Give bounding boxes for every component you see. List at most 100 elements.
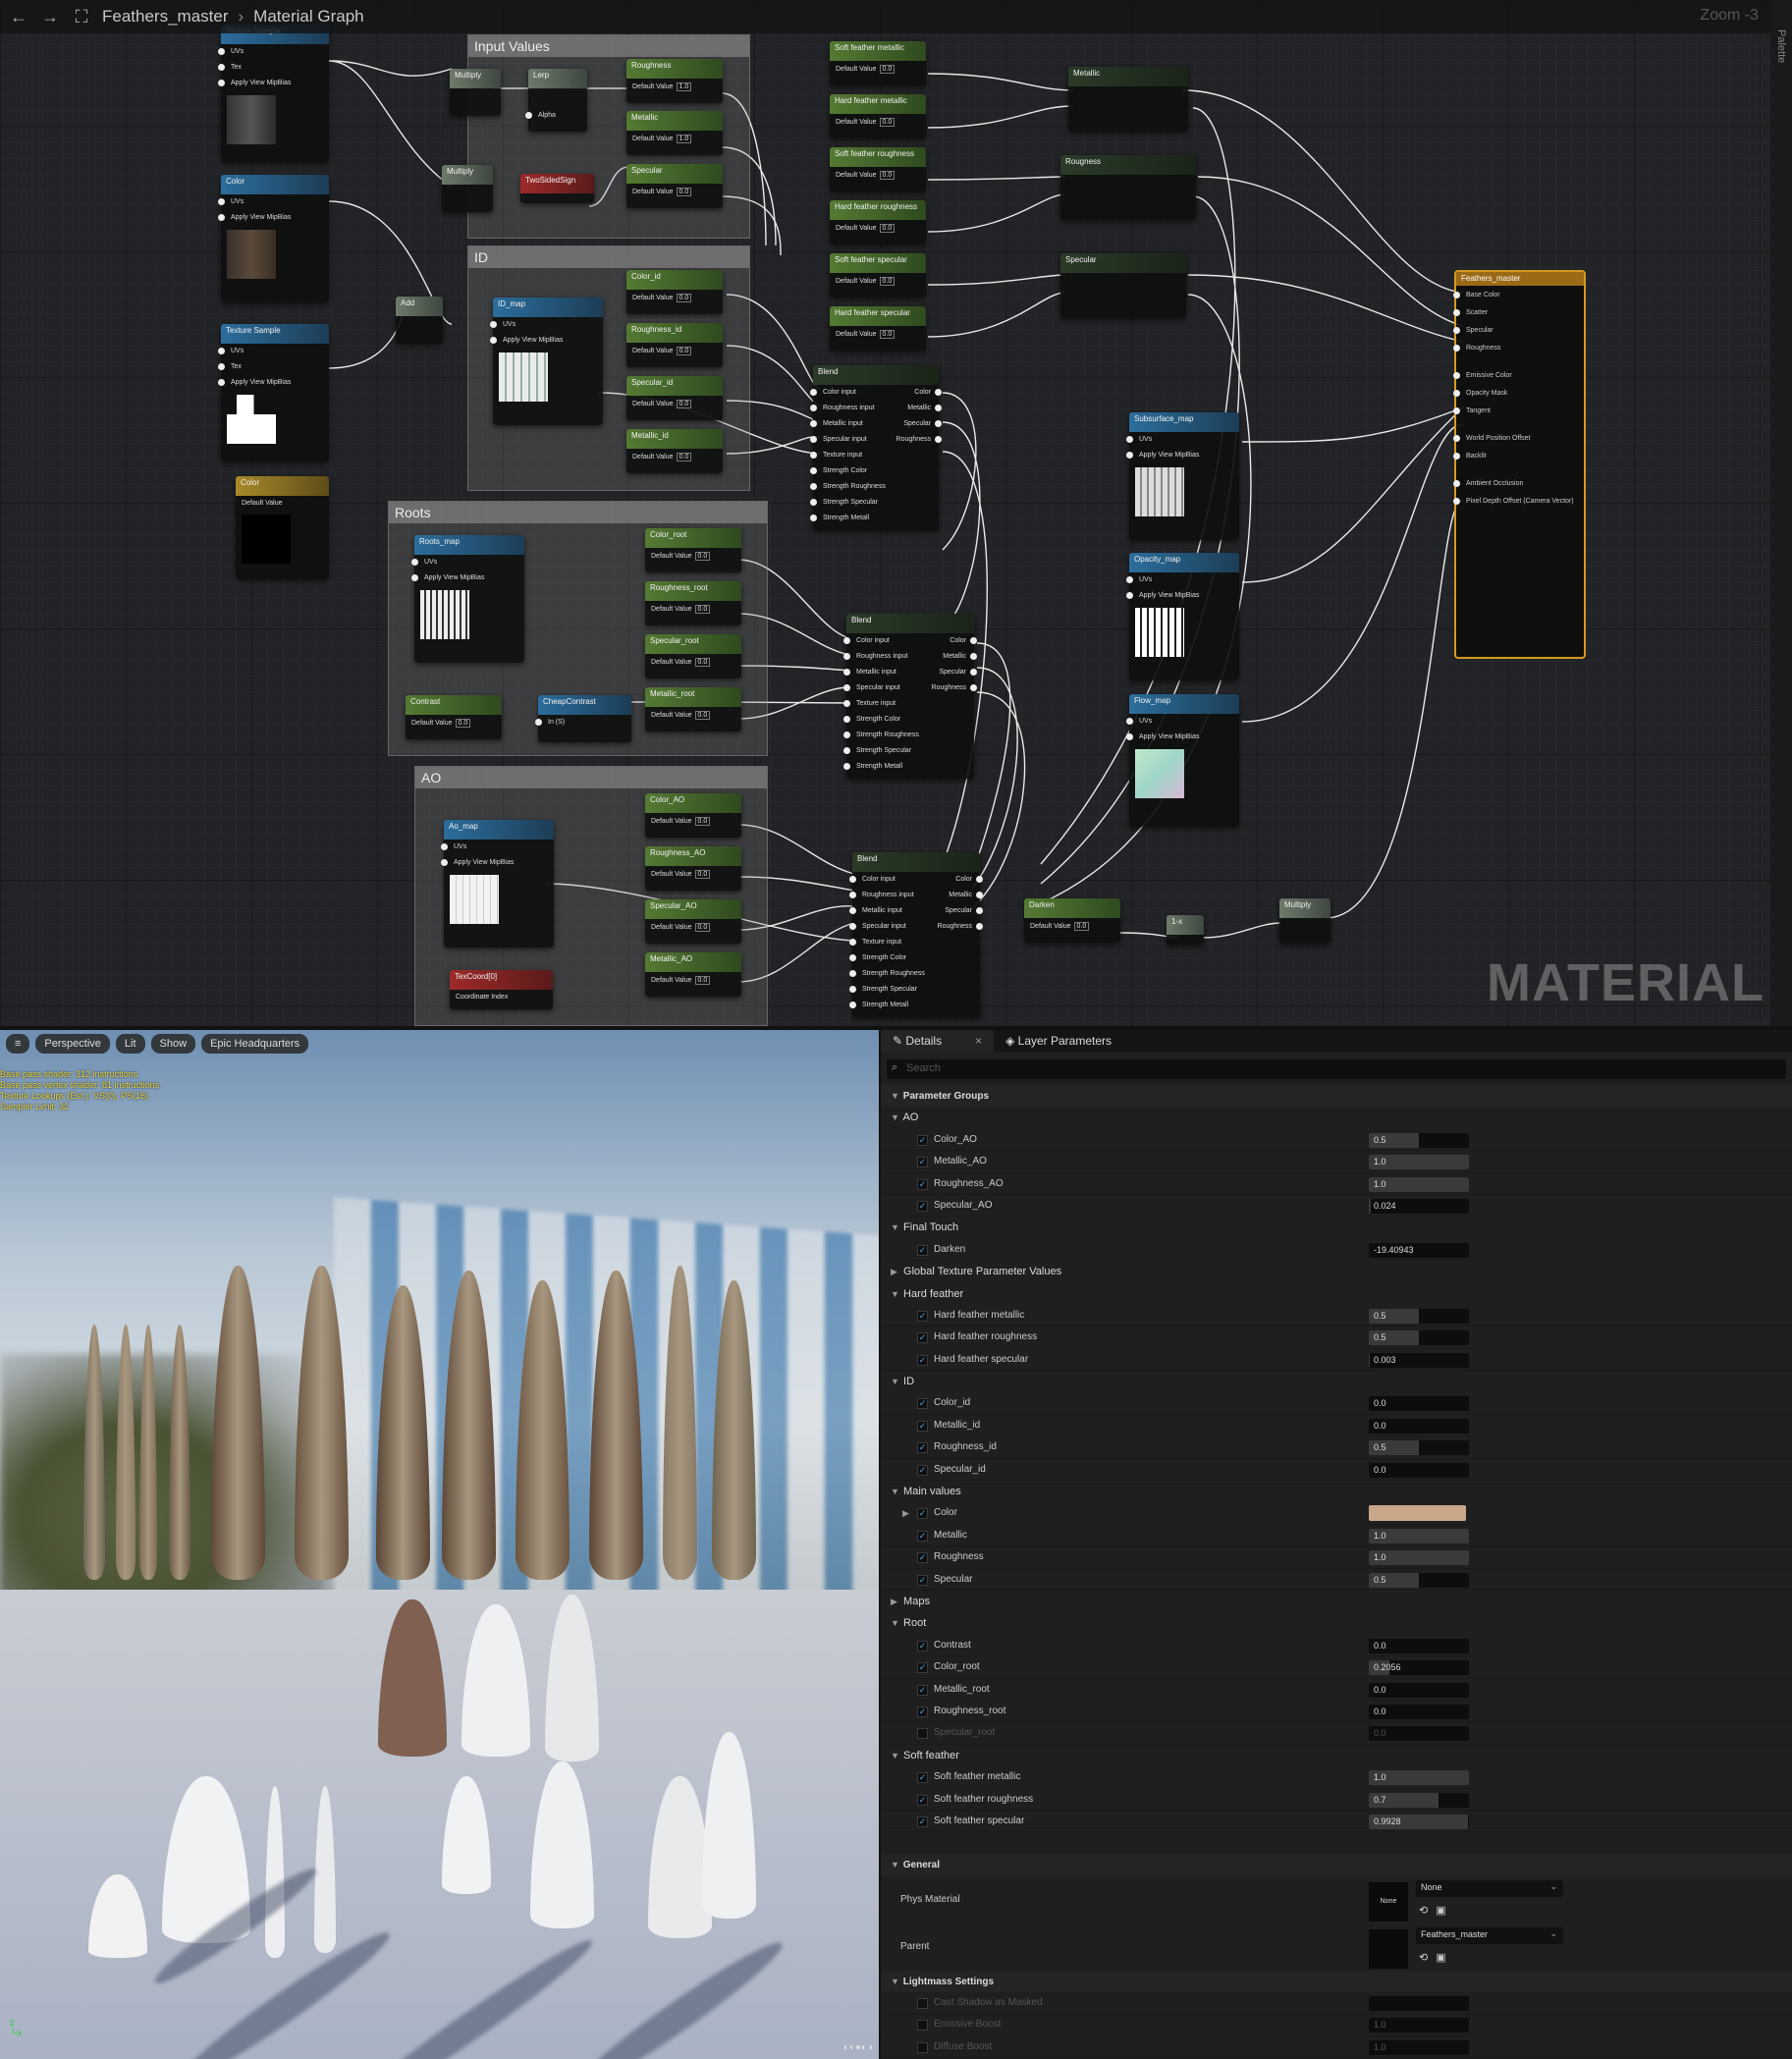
override-checkbox[interactable]: ✓ — [917, 1662, 928, 1674]
opacity-map-node[interactable]: Opacity_map UVs Apply View MipBias — [1126, 553, 1239, 680]
blend-input-pin[interactable]: Color input Color — [849, 872, 983, 888]
color-id-node[interactable]: Color_id Default Value 0.0 — [626, 270, 723, 314]
tab-details[interactable]: ✎ Details × — [881, 1030, 995, 1052]
parameter-value-field[interactable]: 1.0 — [1369, 2018, 1469, 2033]
override-checkbox[interactable]: ✓ — [917, 1200, 928, 1212]
specular-group-node[interactable]: Specular — [1060, 253, 1186, 318]
dv-field[interactable]: 0.0 — [676, 453, 692, 461]
pin-uvs[interactable]: UVs — [218, 44, 329, 60]
group-hard-feather[interactable]: ▼ Hard feather — [881, 1283, 1792, 1305]
override-checkbox[interactable]: ✓ — [917, 1552, 928, 1564]
texture-sample-node-2[interactable]: Texture Sample UVs Tex Apply View MipBia… — [218, 324, 329, 461]
override-checkbox[interactable]: ✓ — [917, 1398, 928, 1410]
override-checkbox[interactable] — [917, 2041, 928, 2053]
blend-input-pin[interactable]: Roughness input Metallic — [843, 649, 977, 665]
pin-uvs[interactable]: UVs — [441, 840, 554, 855]
metallic-ao-node[interactable]: Metallic_AO Default Value 0.0 — [645, 952, 741, 997]
menu-icon[interactable]: ≡ — [6, 1034, 30, 1054]
group-ao[interactable]: ▼ AO — [881, 1107, 1792, 1128]
metallic-id-node[interactable]: Metallic_id Default Value 0.0 — [626, 429, 723, 473]
blend-node-3[interactable]: Blend Color input Color Roughness input Met… — [849, 852, 983, 1017]
asset-thumbnail[interactable]: None — [1369, 1881, 1408, 1922]
override-checkbox[interactable]: ✓ — [917, 1178, 928, 1190]
pin-mips[interactable]: Apply View MipBias — [218, 210, 329, 226]
output-pin-dot[interactable] — [976, 907, 983, 914]
roughness-id-node[interactable]: Roughness_id Default Value 0.0 — [626, 323, 723, 367]
dv-field[interactable]: 0.0 — [694, 817, 711, 826]
asset-dropdown[interactable]: Feathers_master ⌄ — [1416, 1926, 1563, 1944]
blend-input-pin[interactable]: Strength Specular — [849, 982, 980, 998]
material-input-pin[interactable]: Base Color — [1453, 288, 1584, 303]
parameter-value-field[interactable]: 0.0 — [1369, 1726, 1469, 1742]
blend-input-pin[interactable]: Strength Color — [843, 712, 974, 728]
level-button[interactable]: Epic Headquarters — [201, 1034, 309, 1054]
output-pin-dot[interactable] — [935, 389, 942, 396]
darken-param-node[interactable]: Darken Default Value 0.0 — [1024, 898, 1120, 943]
pin-alpha[interactable]: Alpha — [525, 108, 587, 124]
texture-sample-node[interactable]: Texture Sample UVs Tex Apply View MipBia… — [218, 25, 329, 162]
parameter-value-field[interactable]: 0.7 — [1369, 1792, 1469, 1808]
parameter-value-field[interactable]: 0.003 — [1369, 1352, 1469, 1368]
two-sided-sign-node[interactable]: TwoSidedSign — [520, 174, 594, 203]
blend-input-pin[interactable]: Strength Roughness — [843, 728, 974, 743]
pin-in[interactable]: In (S) — [535, 715, 631, 731]
output-pin-dot[interactable] — [935, 436, 942, 443]
browse-icons[interactable]: ⟲▣ — [1419, 1951, 1454, 1964]
blend-node-1[interactable]: Blend Color input Color Roughness input Met… — [810, 365, 942, 530]
pin-mips[interactable]: Apply View MipBias — [1126, 588, 1239, 604]
forward-arrow-icon[interactable]: → — [39, 7, 61, 27]
override-checkbox[interactable]: ✓ — [917, 1530, 928, 1542]
general-section[interactable]: ▼ General — [881, 1854, 1792, 1876]
blend-input-pin[interactable]: Specular input Roughness — [849, 919, 983, 935]
lit-button[interactable]: Lit — [115, 1034, 145, 1054]
blend-input-pin[interactable]: Strength Metall — [810, 511, 939, 526]
multiply-node-2[interactable]: Multiply — [442, 165, 493, 212]
parameter-value-field[interactable]: -19.40943 — [1369, 1242, 1469, 1258]
hard-feather-specular-node[interactable]: Hard feather specular Default Value 0.0 — [830, 306, 926, 351]
override-checkbox[interactable] — [917, 1998, 928, 2010]
dv-field[interactable]: 0.0 — [879, 330, 896, 339]
hard-feather-metallic-node[interactable]: Hard feather metallic Default Value 0.0 — [830, 94, 926, 138]
output-pin-dot[interactable] — [976, 923, 983, 930]
group-global-texture[interactable]: ▶ Global Texture Parameter Values — [881, 1261, 1792, 1282]
parameter-value-field[interactable]: 0.0 — [1369, 1462, 1469, 1478]
group-maps[interactable]: ▶ Maps — [881, 1591, 1792, 1612]
cheap-contrast-node[interactable]: CheapContrast In (S) — [535, 695, 631, 742]
dv-field[interactable]: 0.0 — [694, 976, 711, 985]
material-input-pin[interactable]: Backlit — [1453, 449, 1584, 464]
blend-input-pin[interactable]: Strength Roughness — [849, 966, 980, 982]
soft-feather-roughness-node[interactable]: Soft feather roughness Default Value 0.0 — [830, 147, 926, 191]
chevron-right-icon[interactable]: ▶ — [902, 1502, 909, 1524]
metallic-param-node[interactable]: Metallic Default Value 1.0 — [626, 111, 723, 155]
pin-mips[interactable]: Apply View MipBias — [411, 570, 524, 586]
pin-mips[interactable]: Apply View MipBias — [218, 76, 329, 91]
pin-uvs[interactable]: UVs — [1126, 432, 1239, 448]
specular-id-node[interactable]: Specular_id Default Value 0.0 — [626, 376, 723, 420]
dv-field[interactable]: 0.0 — [694, 870, 711, 879]
id-map-node[interactable]: ID_map UVs Apply View MipBias — [490, 298, 603, 425]
tab-layer-parameters[interactable]: ◈ Layer Parameters — [994, 1030, 1123, 1052]
blend-input-pin[interactable]: Metallic input Specular — [843, 665, 977, 680]
dv-field[interactable]: 0.0 — [676, 347, 692, 355]
parameter-value-field[interactable]: 0.0 — [1369, 1682, 1469, 1698]
breadcrumb-graph[interactable]: Material Graph — [253, 7, 363, 27]
contrast-param-node[interactable]: Contrast Default Value 0.0 — [406, 695, 502, 739]
override-checkbox[interactable]: ✓ — [917, 1310, 928, 1322]
breadcrumb-asset[interactable]: Feathers_master — [102, 7, 229, 27]
parameter-value-field[interactable]: 0.0 — [1369, 1396, 1469, 1412]
pin-mips[interactable]: Apply View MipBias — [1126, 730, 1239, 745]
metallic-root-node[interactable]: Metallic_root Default Value 0.0 — [645, 687, 741, 731]
material-input-pin[interactable]: Pixel Depth Offset (Camera Vector) — [1453, 494, 1584, 510]
output-pin-dot[interactable] — [976, 892, 983, 898]
pin-uvs[interactable]: UVs — [218, 194, 329, 210]
blend-input-pin[interactable]: Texture input — [843, 696, 974, 712]
override-checkbox[interactable] — [917, 1728, 928, 1740]
blend-input-pin[interactable]: Specular input Roughness — [810, 432, 942, 448]
parameter-value-field[interactable]: 0.9928 — [1369, 1814, 1469, 1829]
blend-node-2[interactable]: Blend Color input Color Roughness input Met… — [843, 614, 977, 779]
override-checkbox[interactable]: ✓ — [917, 1244, 928, 1256]
blend-input-pin[interactable]: Texture input — [849, 935, 980, 950]
override-checkbox[interactable]: ✓ — [917, 1640, 928, 1652]
output-pin-dot[interactable] — [935, 405, 942, 411]
material-graph[interactable]: ← → ⛶ Feathers_master › Material Graph Z… — [0, 0, 1792, 1026]
